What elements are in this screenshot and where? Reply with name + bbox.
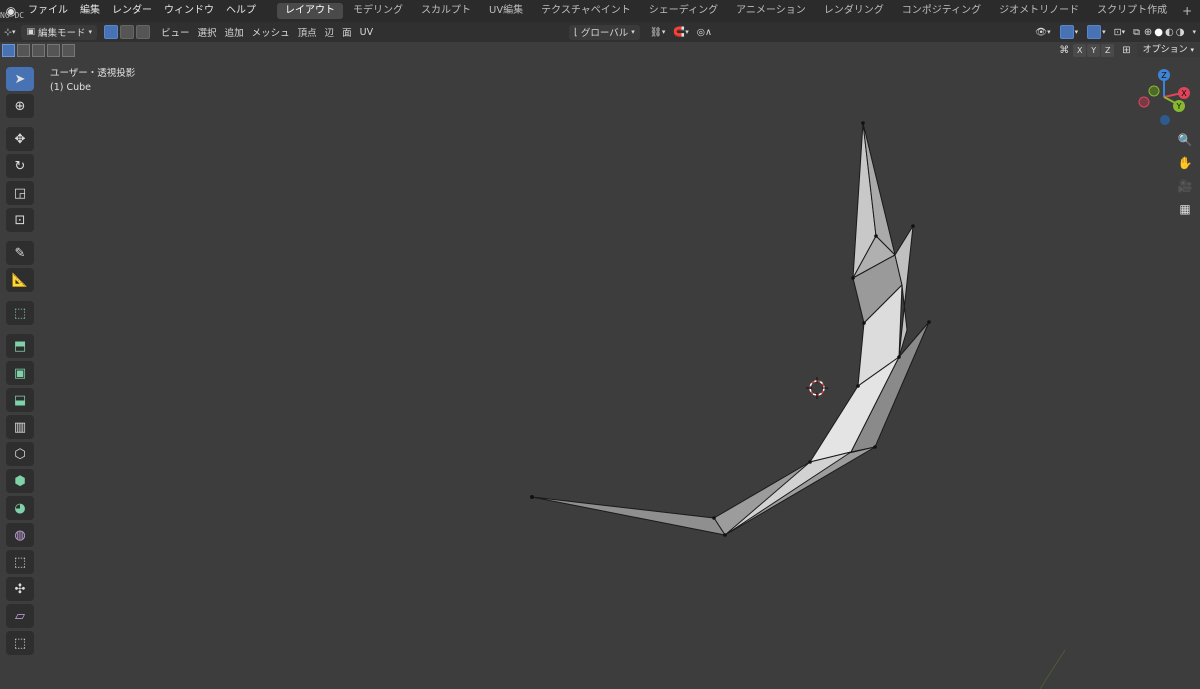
gizmo-neg-y	[1148, 85, 1160, 97]
mesh-vertex	[897, 355, 901, 359]
mesh-vertex	[873, 445, 877, 449]
gizmo-y-label: Y	[1176, 102, 1182, 111]
mesh-vertex	[862, 321, 866, 325]
projection-toggle-button[interactable]: ▦	[1175, 199, 1195, 219]
mesh-vertex	[874, 234, 878, 238]
hand-icon: ✋	[1177, 156, 1193, 170]
mesh-vertex	[927, 320, 931, 324]
pan-button[interactable]: ✋	[1175, 153, 1195, 173]
mesh-vertex	[712, 516, 716, 520]
mesh-object	[531, 122, 930, 536]
viewport-canvas[interactable]	[0, 0, 1200, 689]
camera-view-button[interactable]: 🎥	[1175, 176, 1195, 196]
mesh-vertex	[856, 384, 860, 388]
mesh-vertex	[851, 276, 855, 280]
navigation-gizmo[interactable]: Z X Y	[1137, 67, 1193, 127]
camera-icon: 🎥	[1177, 179, 1193, 193]
3d-cursor-icon[interactable]	[806, 377, 828, 399]
mesh-vertex	[861, 121, 865, 125]
gizmo-neg-z	[1160, 115, 1170, 125]
gizmo-z-label: Z	[1161, 71, 1167, 80]
zoom-button[interactable]: 🔍	[1175, 130, 1195, 150]
mesh-face	[531, 496, 726, 536]
mesh-vertex	[723, 533, 727, 537]
mesh-face	[724, 451, 852, 536]
mesh-vertex	[530, 495, 534, 499]
mesh-vertex	[808, 460, 812, 464]
gizmo-x-label: X	[1181, 89, 1187, 98]
grid-icon: ▦	[1179, 202, 1191, 216]
magnifier-icon: 🔍	[1177, 133, 1193, 147]
grid-line	[1039, 649, 1066, 689]
gizmo-neg-x	[1138, 96, 1150, 108]
mesh-vertex	[911, 224, 915, 228]
mesh-face	[713, 446, 876, 536]
